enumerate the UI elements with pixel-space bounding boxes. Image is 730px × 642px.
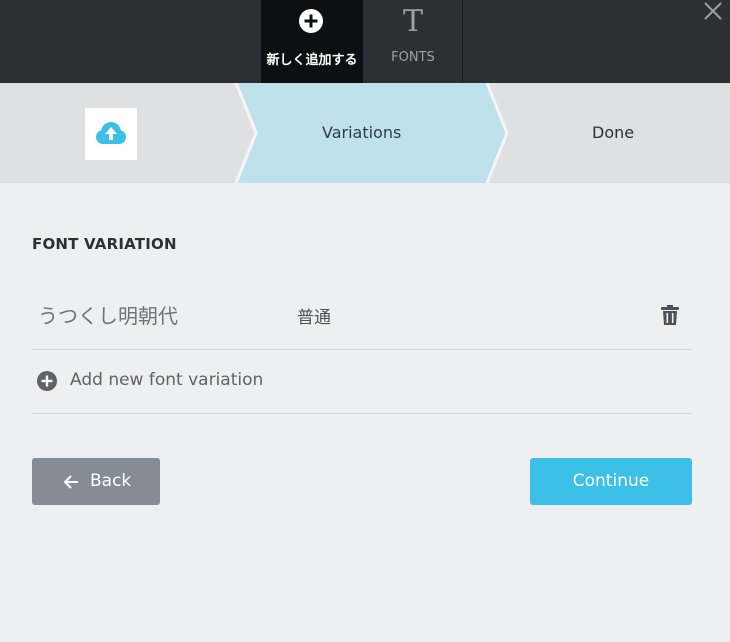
add-circle-icon [37,371,57,391]
top-toolbar: 新しく追加する T FONTS [0,0,730,83]
variation-font-name: うつくし明朝代 [38,304,178,328]
step-variations[interactable]: Variations [322,123,401,142]
section-title: FONT VARIATION [32,235,177,253]
tab-add-new[interactable]: 新しく追加する [261,0,363,83]
tab-fonts-label: FONTS [391,50,435,65]
add-variation-row[interactable]: Add new font variation [32,350,692,414]
trash-icon[interactable] [660,304,680,326]
plus-circle-icon [299,9,323,33]
back-button[interactable]: Back [32,458,160,505]
progress-stepper: Variations Done [0,83,730,183]
arrow-left-icon [63,475,78,489]
close-icon[interactable] [702,0,724,22]
continue-button-label: Continue [572,471,650,491]
continue-button[interactable]: Continue [530,458,692,505]
font-t-icon: T [402,4,423,39]
back-button-label: Back [90,471,132,491]
cloud-upload-icon [96,122,126,144]
tab-add-new-label: 新しく追加する [266,53,358,68]
variation-style[interactable]: 普通 [297,303,331,328]
tab-fonts[interactable]: T FONTS [363,0,463,83]
step-done[interactable]: Done [592,123,634,142]
step-upload[interactable] [85,108,137,160]
add-variation-label: Add new font variation [70,370,264,390]
variation-row: うつくし明朝代 普通 [32,284,692,350]
